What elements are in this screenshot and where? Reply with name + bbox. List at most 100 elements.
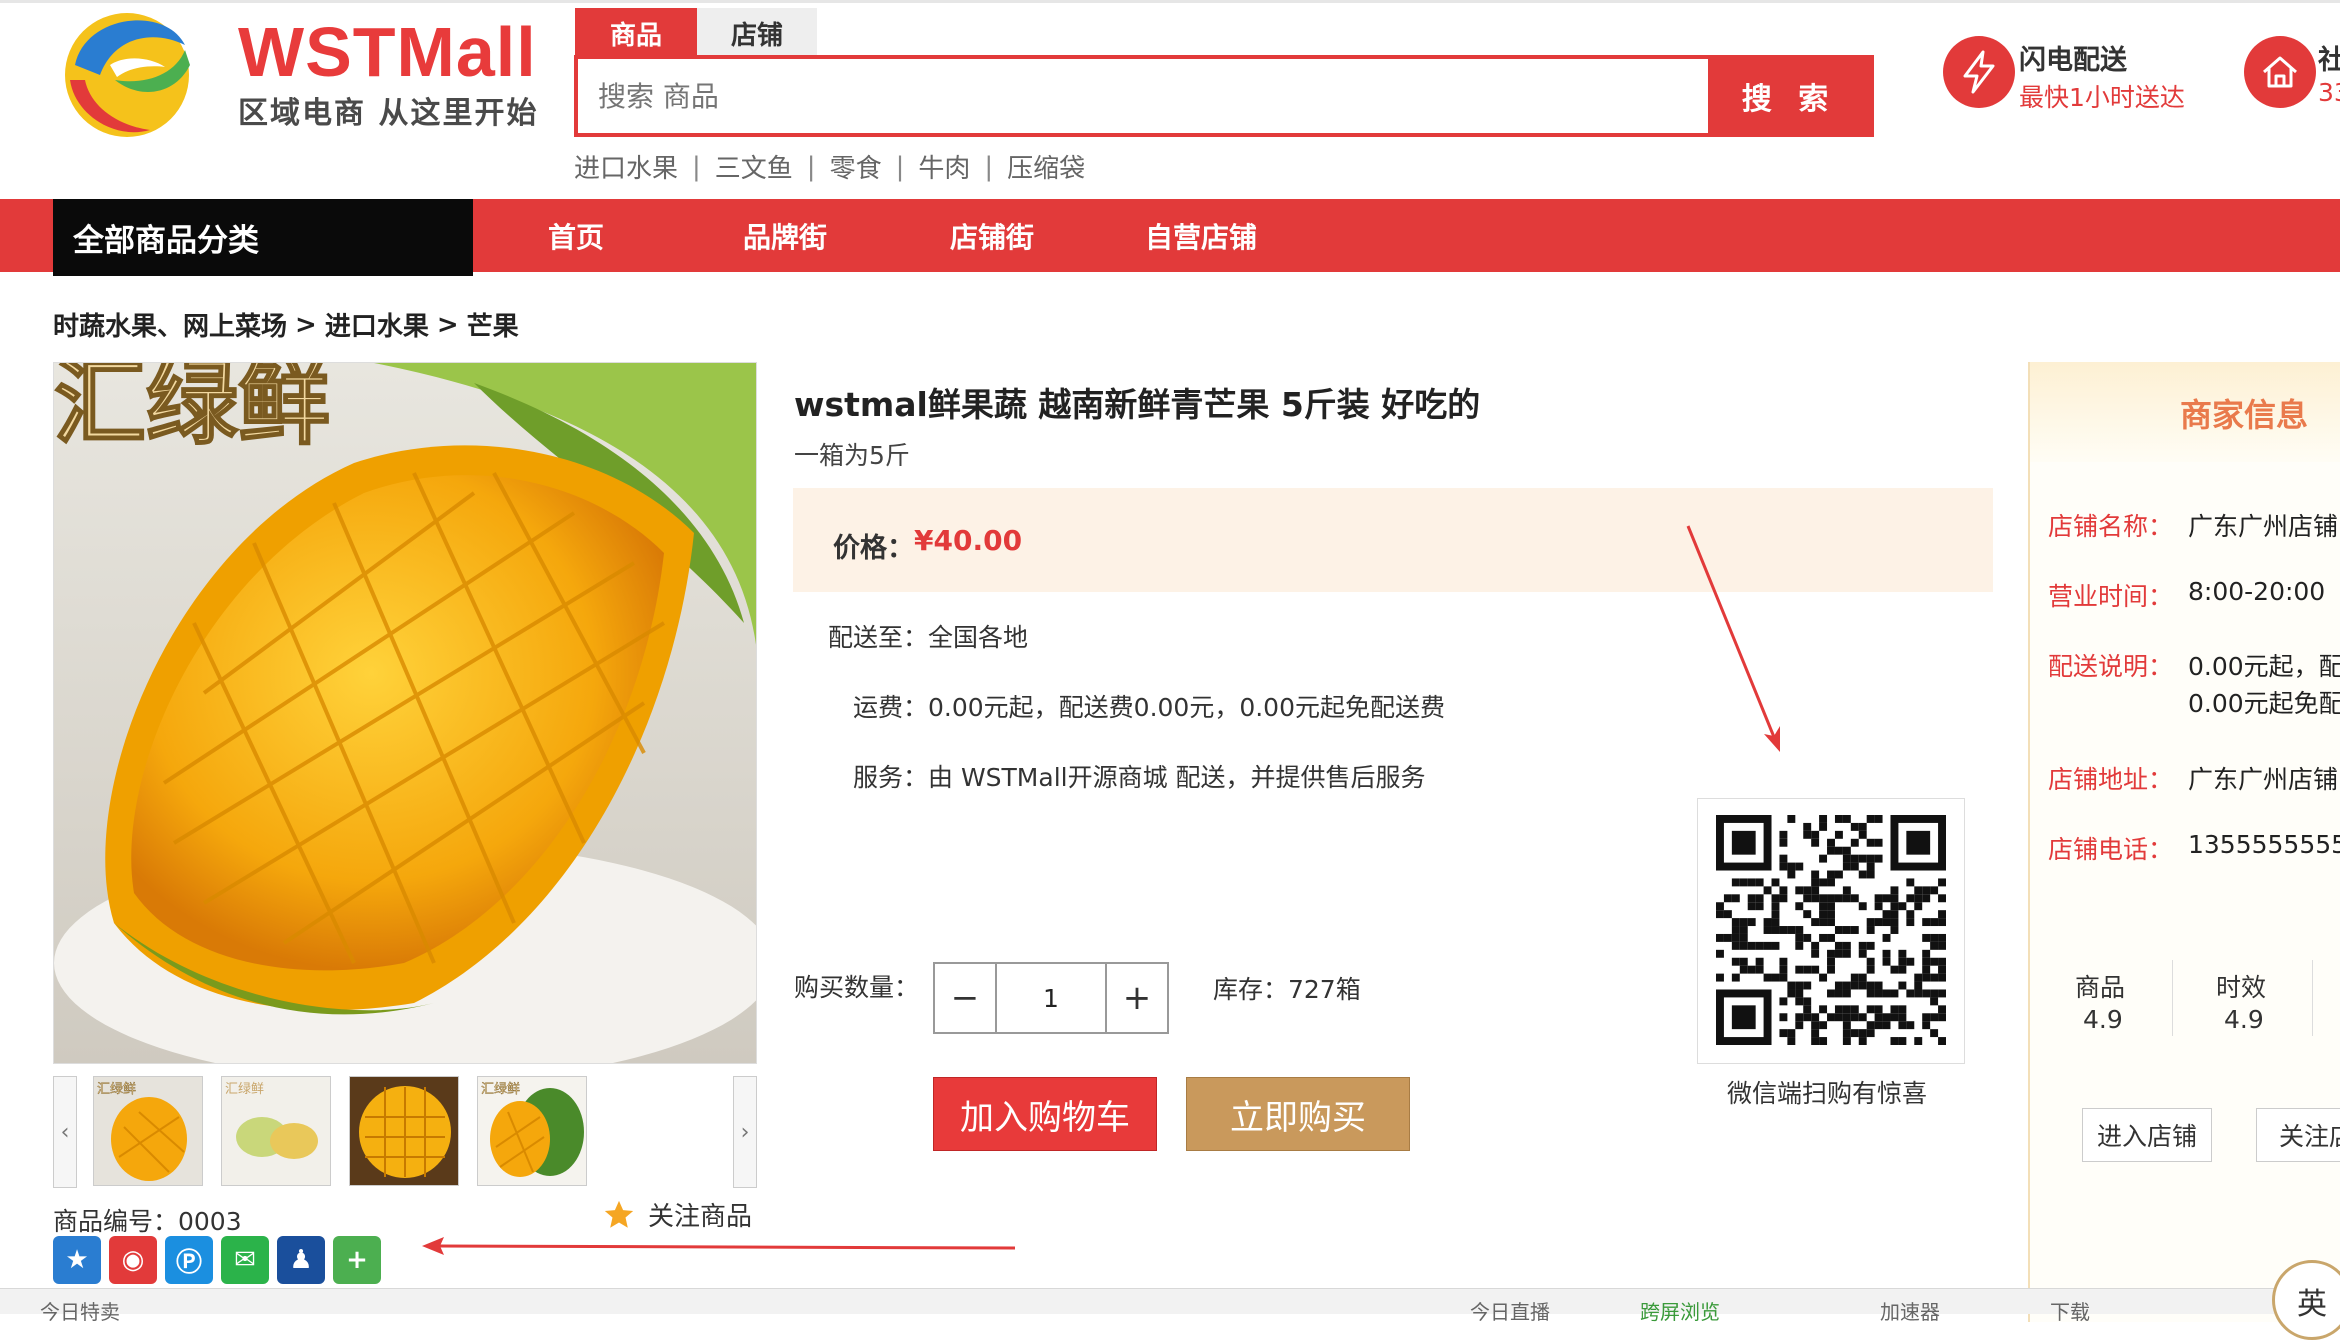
language-switch[interactable]: 英 [2272, 1260, 2340, 1340]
thumb-next-button[interactable]: › [733, 1076, 757, 1188]
star-icon [604, 1200, 634, 1228]
hot-word-link[interactable]: 进口水果 [574, 148, 678, 185]
search-button[interactable]: 搜 索 [1708, 55, 1870, 137]
svg-text:汇绿鲜: 汇绿鲜 [481, 1082, 520, 1097]
business-hours-value: 8:00-20:00 [2188, 577, 2326, 606]
thumb-prev-button[interactable]: ‹ [53, 1076, 77, 1188]
logo-mark-icon [65, 13, 190, 137]
breadcrumb-separator: > [436, 309, 459, 340]
service-fast-delivery-title[interactable]: 闪电配送 [2019, 38, 2127, 77]
all-categories-button[interactable]: 全部商品分类 [53, 199, 473, 276]
price-label: 价格： [833, 533, 914, 564]
nav-home[interactable]: 首页 [548, 199, 604, 272]
follow-goods-button[interactable]: 关注商品 [602, 1196, 752, 1233]
delivery-note-label: 配送说明： [2048, 652, 2174, 681]
score-timeliness-label: 时效 [2216, 973, 2267, 1002]
product-subtitle: 一箱为5斤 [794, 441, 910, 470]
follow-goods-label: 关注商品 [648, 1202, 753, 1232]
follow-shop-button[interactable]: 关注店 [2256, 1108, 2340, 1162]
goods-number: 商品编号：0003 [53, 1207, 242, 1236]
product-title: wstmal鲜果蔬 越南新鲜青芒果 5斤装 好吃的 [794, 385, 1481, 424]
nav-brand-street[interactable]: 品牌街 [743, 199, 827, 272]
breadcrumb: 时蔬水果、网上菜场 > 进口水果 > 芒果 [53, 306, 519, 343]
price-value: ¥40.00 [914, 524, 1023, 557]
more-share-icon[interactable]: + [333, 1236, 381, 1284]
service-note: 服务：由 WSTMall开源商城 配送，并提供售后服务 [853, 763, 1426, 792]
nav-shop-street[interactable]: 店铺街 [950, 199, 1034, 272]
wechat-share-icon[interactable]: ✉ [221, 1236, 269, 1284]
status-download[interactable]: 下载 [2050, 1296, 2090, 1325]
search-box: 搜 索 [574, 55, 1874, 137]
red-arrow-annotation [1686, 525, 1780, 752]
divider: | [692, 151, 701, 182]
score-timeliness-value: 4.9 [2224, 1005, 2264, 1034]
service-community-sub: 33 [2318, 78, 2340, 107]
quantity-minus-button[interactable]: − [935, 964, 995, 1032]
thumbnail[interactable]: 汇绿鲜 [221, 1076, 331, 1186]
delivery-note-value-2: 0.00元起免配 [2188, 689, 2340, 718]
shop-name-value[interactable]: 广东广州店铺 [2188, 507, 2338, 543]
service-community-title[interactable]: 社 [2318, 38, 2340, 77]
score-goods-label: 商品 [2075, 973, 2126, 1002]
hot-word-link[interactable]: 三文鱼 [715, 148, 793, 185]
divider: | [806, 151, 816, 182]
tencent-weibo-share-icon[interactable]: Ⓟ [165, 1236, 213, 1284]
status-today-deals[interactable]: 今日特卖 [40, 1296, 120, 1325]
shop-phone-value: 13555555555 [2188, 830, 2340, 859]
browser-status-bar [0, 1288, 2340, 1314]
score-divider [2172, 960, 2173, 1036]
breadcrumb-item[interactable]: 芒果 [467, 306, 519, 343]
qzone-share-icon[interactable]: ★ [53, 1236, 101, 1284]
shop-phone-label: 店铺电话： [2048, 835, 2174, 864]
wechat-qr-code [1697, 798, 1965, 1064]
shop-address-label: 店铺地址： [2048, 765, 2174, 794]
status-cross-screen[interactable]: 跨屏浏览 [1640, 1296, 1720, 1325]
buy-now-button[interactable]: 立即购买 [1186, 1077, 1410, 1151]
breadcrumb-item[interactable]: 时蔬水果、网上菜场 [53, 306, 287, 343]
search-tab-shops[interactable]: 店铺 [697, 8, 817, 58]
product-main-image[interactable]: 汇绿鲜 [53, 362, 757, 1064]
quantity-plus-button[interactable]: + [1107, 964, 1167, 1032]
thumbnail[interactable]: 汇绿鲜 [93, 1076, 203, 1186]
logo-brand-text: WSTMall [238, 13, 537, 91]
shop-name-label: 店铺名称： [2048, 512, 2174, 541]
share-bar: ★ ◉ Ⓟ ✉ ♟ + [53, 1236, 381, 1284]
thumbnail[interactable] [349, 1076, 459, 1186]
breadcrumb-item[interactable]: 进口水果 [325, 306, 429, 343]
quantity-input[interactable]: 1 [995, 964, 1107, 1032]
hot-word-link[interactable]: 牛肉 [918, 148, 970, 185]
score-goods-value: 4.9 [2083, 1005, 2123, 1034]
red-arrow-annotation [422, 1237, 1016, 1255]
service-fast-delivery-sub: 最快1小时送达 [2019, 83, 2185, 112]
search-input[interactable] [578, 59, 1712, 133]
lightning-icon [1943, 36, 2015, 108]
thumbnail-strip: ‹ 汇绿鲜 汇绿鲜 汇绿鲜 › [53, 1076, 757, 1188]
weibo-share-icon[interactable]: ◉ [109, 1236, 157, 1284]
svg-text:汇绿鲜: 汇绿鲜 [225, 1082, 264, 1097]
shop-info-title: 商家信息 [2180, 396, 2309, 434]
delivery-note-value: 0.00元起，配 [2188, 652, 2340, 681]
divider: | [895, 151, 905, 182]
status-accelerator[interactable]: 加速器 [1880, 1296, 1940, 1325]
svg-text:汇绿鲜: 汇绿鲜 [97, 1082, 136, 1097]
search-tab-goods[interactable]: 商品 [575, 8, 697, 58]
quantity-label: 购买数量： [794, 973, 920, 1002]
home-icon [2244, 36, 2316, 108]
shipping-fee: 运费：0.00元起，配送费0.00元，0.00元起免配送费 [853, 693, 1445, 722]
delivery-area[interactable]: 配送至：全国各地 [828, 618, 1028, 654]
nav-self-run-shop[interactable]: 自营店铺 [1145, 199, 1257, 272]
image-watermark: 汇绿鲜 [54, 363, 330, 457]
top-border [0, 0, 2340, 3]
status-live[interactable]: 今日直播 [1470, 1296, 1550, 1325]
thumbnail[interactable]: 汇绿鲜 [477, 1076, 587, 1186]
qr-caption: 微信端扫购有惊喜 [1727, 1079, 1928, 1108]
hot-word-link[interactable]: 零食 [830, 148, 882, 185]
logo-slogan: 区域电商 从这里开始 [238, 96, 539, 131]
add-to-cart-button[interactable]: 加入购物车 [933, 1077, 1157, 1151]
mango-image: 汇绿鲜 [54, 363, 756, 1063]
qq-share-icon[interactable]: ♟ [277, 1236, 325, 1284]
hot-word-link[interactable]: 压缩袋 [1007, 148, 1085, 185]
qr-code-icon [1716, 815, 1946, 1045]
score-divider [2312, 960, 2313, 1036]
enter-shop-button[interactable]: 进入店铺 [2082, 1108, 2212, 1162]
